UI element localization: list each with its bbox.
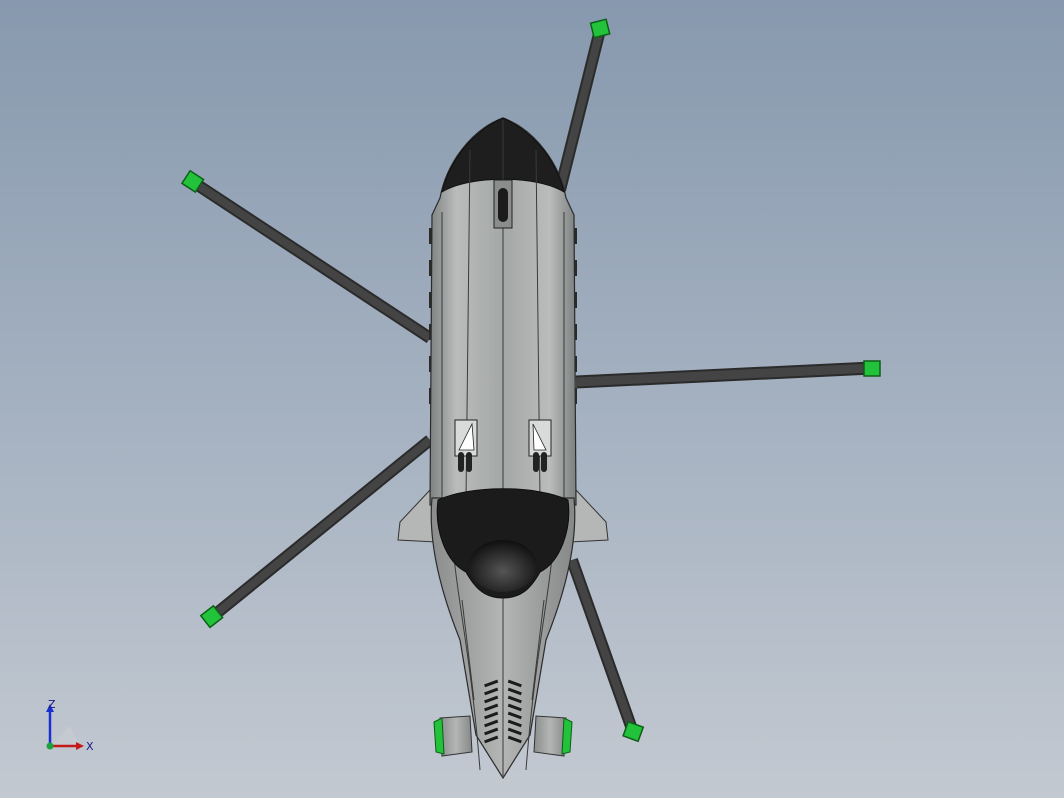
blade-tip-marker <box>589 18 611 39</box>
fuselage[interactable] <box>429 117 577 780</box>
model-view[interactable] <box>0 0 1064 798</box>
x-axis-arrow <box>76 742 84 750</box>
rotor-blade[interactable] <box>575 360 881 389</box>
graphics-viewport[interactable]: Z X <box>0 0 1064 798</box>
rotor-hub <box>469 540 537 592</box>
triad-plane <box>50 726 80 746</box>
blade-tip-marker <box>863 360 881 377</box>
rotor-blade[interactable] <box>199 435 434 629</box>
triad-origin <box>46 742 54 750</box>
axis-triad[interactable]: Z X <box>40 696 100 756</box>
z-axis-label: Z <box>48 698 56 711</box>
x-axis-label: X <box>86 740 94 753</box>
rotor-blade[interactable] <box>180 169 434 344</box>
rotor-blade[interactable] <box>554 18 611 192</box>
rotor-blade[interactable] <box>566 557 645 743</box>
